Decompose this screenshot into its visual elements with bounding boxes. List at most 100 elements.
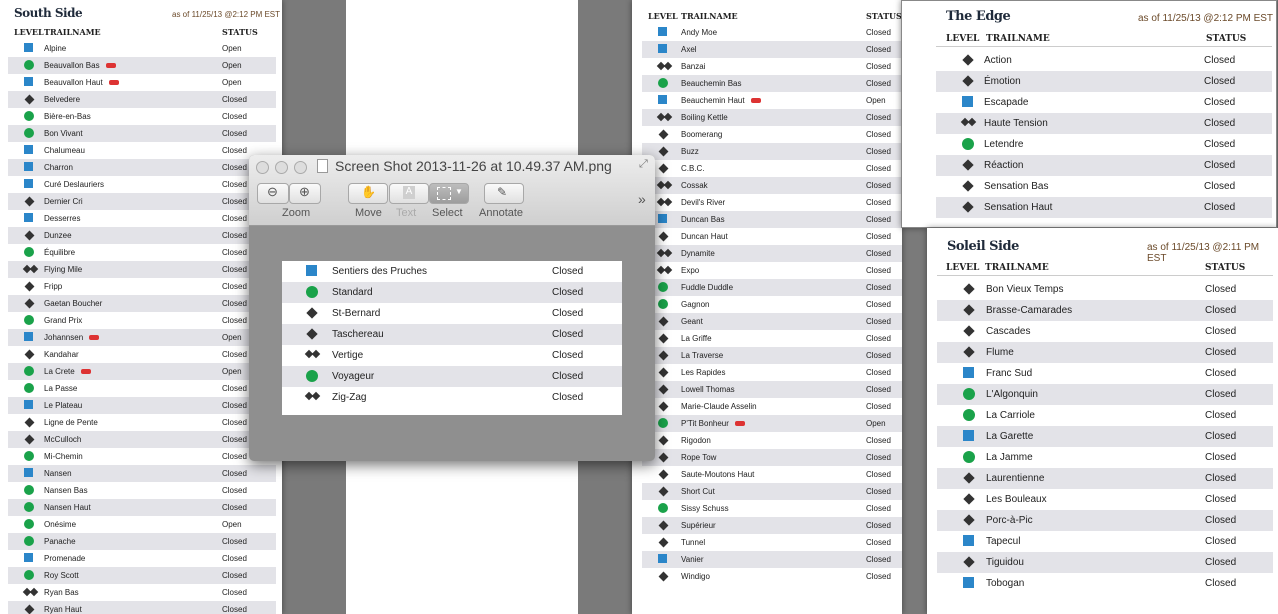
trail-status: Closed: [1205, 410, 1237, 421]
table-row: Haute Tension Closed: [936, 113, 1272, 134]
trail-name: La Griffe: [681, 334, 712, 343]
groomed-icon: [735, 421, 745, 426]
text-button[interactable]: A: [389, 183, 429, 204]
trail-status: Closed: [866, 453, 891, 462]
black-diamond-icon: [963, 514, 975, 526]
trail-name: Sentiers des Pruches: [332, 266, 428, 277]
level-cell: [24, 60, 34, 70]
trail-list: Action Closed Émotion Closed Escapade Closed H…: [936, 50, 1272, 218]
blue-square-icon: [658, 214, 667, 223]
level-cell: [24, 485, 34, 495]
toolbar-overflow-button[interactable]: »: [638, 191, 646, 207]
green-circle-icon: [963, 388, 975, 400]
trail-status: Closed: [222, 588, 247, 597]
groomed-icon: [109, 80, 119, 85]
black-diamond-icon: [962, 54, 974, 66]
trail-status: Closed: [1204, 181, 1236, 192]
trail-name: Mi-Chemin: [44, 452, 83, 461]
black-diamond-icon: [658, 316, 669, 327]
table-row: Zig-Zag Closed: [282, 387, 622, 408]
south-side-panel: South Side as of 11/25/13 @2:12 PM EST L…: [0, 0, 282, 614]
table-row: McCulloch Closed: [8, 431, 276, 448]
trail-name: Desserres: [44, 214, 81, 223]
trail-status: Closed: [866, 113, 891, 122]
level-cell: [658, 44, 667, 53]
trail-name: L'Algonquin: [986, 389, 1038, 400]
black-diamond-icon: [24, 230, 35, 241]
table-row: Axel Closed: [642, 41, 902, 58]
level-header: LEVEL: [648, 11, 678, 21]
black-diamond-icon: [658, 333, 669, 344]
table-row: Andy Moe Closed: [642, 24, 902, 41]
green-circle-icon: [24, 383, 34, 393]
green-circle-icon: [24, 247, 34, 257]
green-circle-icon: [306, 370, 318, 382]
divider: [937, 275, 1273, 276]
trail-name: Buzz: [681, 147, 699, 156]
green-circle-icon: [962, 138, 974, 150]
black-diamond-icon: [963, 556, 975, 568]
trail-status: Closed: [222, 452, 247, 461]
blue-square-icon: [24, 162, 33, 171]
table-row: Bon Vieux Temps Closed: [937, 279, 1273, 300]
level-cell: [24, 145, 33, 154]
table-row: Action Closed: [936, 50, 1272, 71]
image-content: Sentiers des Pruches Closed Standard Closed…: [282, 261, 622, 415]
level-cell: [304, 349, 321, 359]
table-row: Bière-en-Bas Closed: [8, 108, 276, 125]
annotate-button[interactable]: ✎: [484, 183, 524, 204]
zoom-in-button[interactable]: ⊕: [289, 183, 321, 204]
trail-status: Closed: [1205, 578, 1237, 589]
table-row: Cossak Closed: [642, 177, 902, 194]
the-edge-panel: The Edge as of 11/25/13 @2:12 PM EST LEV…: [901, 0, 1277, 228]
level-cell: [24, 434, 35, 445]
close-window-button[interactable]: [256, 161, 269, 174]
minimize-window-button[interactable]: [275, 161, 288, 174]
black-diamond-icon: [963, 346, 975, 358]
level-cell: [963, 367, 974, 378]
trail-status: Closed: [1204, 118, 1236, 129]
level-cell: [24, 468, 33, 477]
trail-name: Windigo: [681, 572, 710, 581]
zoom-out-button[interactable]: ⊖: [257, 183, 289, 204]
pencil-icon: ✎: [497, 185, 508, 199]
trail-name: Saute-Moutons Haut: [681, 470, 755, 479]
trail-status: Closed: [866, 555, 891, 564]
trail-status: Closed: [866, 266, 891, 275]
table-row: Devil's River Closed: [642, 194, 902, 211]
trail-name: Tapecul: [986, 536, 1021, 547]
trail-name: Onésime: [44, 520, 77, 529]
level-cell: [656, 248, 673, 258]
table-row: C.B.C. Closed: [642, 160, 902, 177]
panel-title: Soleil Side: [947, 239, 1019, 254]
trail-status: Open: [866, 419, 886, 428]
table-row: Nansen Bas Closed: [8, 482, 276, 499]
level-cell: [24, 400, 33, 409]
select-button[interactable]: ▼: [429, 183, 469, 204]
trail-name: Panache: [44, 537, 76, 546]
zoom-window-button[interactable]: [294, 161, 307, 174]
trail-name: La Traverse: [681, 351, 724, 360]
trail-status: Closed: [866, 28, 891, 37]
table-row: Desserres Closed: [8, 210, 276, 227]
table-row: Rope Tow Closed: [642, 449, 902, 466]
level-cell: [24, 502, 34, 512]
trail-status: Closed: [866, 351, 891, 360]
trail-name: Tobogan: [986, 578, 1025, 589]
move-button[interactable]: ✋: [348, 183, 388, 204]
level-cell: [658, 418, 668, 428]
black-diamond-icon: [658, 367, 669, 378]
select-label: Select: [432, 207, 463, 219]
table-row: Franc Sud Closed: [937, 363, 1273, 384]
trail-status: Closed: [552, 308, 584, 319]
black-diamond-icon: [658, 520, 669, 531]
blue-square-icon: [658, 95, 667, 104]
green-circle-icon: [24, 60, 34, 70]
table-row: Flying Mile Closed: [8, 261, 276, 278]
trail-status: Closed: [1204, 160, 1236, 171]
fullscreen-icon[interactable]: ⤢: [639, 158, 648, 171]
trail-status: Closed: [552, 371, 584, 382]
trail-name: Expo: [681, 266, 700, 275]
trail-name: Taschereau: [332, 329, 384, 340]
table-row: Ryan Bas Closed: [8, 584, 276, 601]
